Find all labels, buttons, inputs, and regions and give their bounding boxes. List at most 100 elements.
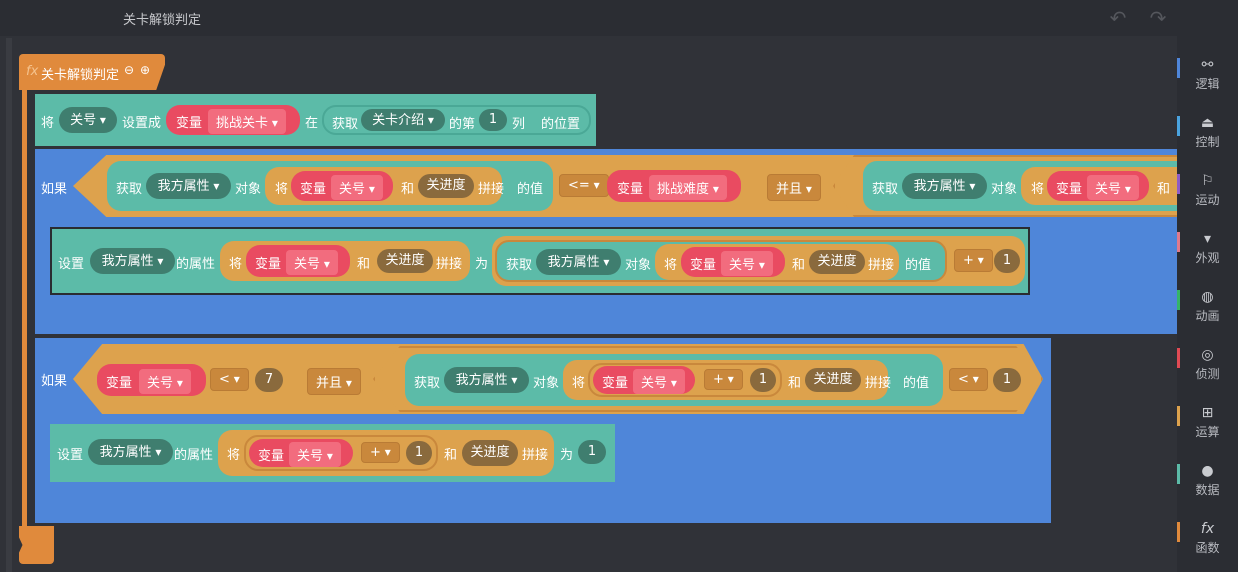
variable-reporter[interactable]: 变量 关号 [291,171,393,201]
set-word: 将 [41,116,55,131]
text-value[interactable]: 关进度 [462,440,518,466]
category-color-bar [1177,522,1180,542]
compare-operator-dropdown[interactable]: < [210,368,249,391]
motion-icon: ⚐ [1201,173,1214,189]
sidebar-item-data[interactable]: ● 数据 [1177,458,1238,512]
nested-condition[interactable]: 获取 我方属性 对象 将 变量 关号 和 [833,155,1177,217]
column-number[interactable]: 1 [479,109,507,131]
compare-operator-dropdown[interactable]: < [949,368,988,391]
function-end-block[interactable] [19,526,54,564]
nested-condition[interactable]: 获取 我方属性 对象 将 变量 关号 + 1 和 [373,346,1043,412]
math-operator-dropdown[interactable]: + [954,249,993,272]
object-dropdown[interactable]: 我方属性 [444,367,529,393]
variable-reporter[interactable]: 变量 关号 [246,245,350,277]
category-color-bar [1177,174,1180,194]
add-reporter[interactable]: 变量 关号 + 1 [244,435,438,471]
get-position-reporter[interactable]: 获取 关卡介绍 的第 1 列 的位置 [322,105,591,135]
variable-name-dropdown[interactable]: 挑战关卡 [208,109,286,134]
logic-operator-dropdown[interactable]: 并且 [767,174,821,201]
operators-icon: ⊞ [1201,405,1214,421]
sidebar-item-looks[interactable]: ▾ 外观 [1177,226,1238,280]
number-value[interactable]: 1 [750,368,776,392]
function-hat-block[interactable]: fx 关卡解锁判定 ⊖ ⊕ [19,54,165,90]
variable-reporter[interactable]: 变量 关号 [1047,171,1149,201]
concat-reporter[interactable]: 将 变量 关号 和 关进度 拼接 [265,167,504,205]
category-color-bar [1177,58,1180,78]
get-value-reporter[interactable]: 获取 我方属性 对象 将 变量 关号 和 关进度 拼接 的值 [495,240,947,282]
concat-reporter[interactable]: 将 变量 关号 和 关进度 拼接 [220,241,470,281]
sidebar-item-function[interactable]: fx 函数 [1177,516,1238,570]
sidebar-item-control[interactable]: ⏏ 控制 [1177,110,1238,164]
sidebar-item-operators[interactable]: ⊞ 运算 [1177,400,1238,454]
page-title: 关卡解锁判定 [123,13,202,28]
number-value[interactable]: 1 [406,441,432,465]
category-color-bar [1177,464,1180,484]
set-attribute-block-1[interactable]: 设置 我方属性 的属性 将 变量 关号 和 关进度 拼接 为 获取 我方属性 对… [50,227,1030,295]
category-color-bar [1177,116,1180,136]
concat-reporter[interactable]: 将 变量 关号 和 关进度 拼接 [655,244,899,280]
object-dropdown[interactable]: 我方属性 [902,173,987,199]
get-value-reporter[interactable]: 获取 我方属性 对象 将 变量 关号 + 1 和 [405,354,943,406]
number-value[interactable]: 1 [993,368,1021,392]
function-icon: fx [1200,521,1215,537]
if-block-1[interactable]: 如果 获取 我方属性 对象 将 变量 关号 和 关进度 拼接 的值 <= [35,149,1177,334]
object-dropdown[interactable]: 我方属性 [88,439,173,465]
workspace-scrollbar[interactable] [6,38,12,572]
text-value[interactable]: 关进度 [809,250,865,274]
get-value-reporter[interactable]: 获取 我方属性 对象 将 变量 关号 和 [863,161,1177,211]
redo-icon[interactable]: ↷ [1146,6,1170,30]
sidebar-item-logic[interactable]: ⚯ 逻辑 [1177,52,1238,106]
sidebar-item-motion[interactable]: ⚐ 运动 [1177,168,1238,222]
logic-icon: ⚯ [1201,57,1214,73]
object-dropdown[interactable]: 我方属性 [146,173,231,199]
control-icon: ⏏ [1200,115,1215,131]
sidebar-item-animation[interactable]: ◍ 动画 [1177,284,1238,338]
number-value[interactable]: 1 [994,249,1020,273]
object-dropdown[interactable]: 我方属性 [536,249,621,275]
number-value[interactable]: 7 [255,368,283,392]
number-value[interactable]: 1 [578,440,606,464]
get-value-reporter[interactable]: 获取 我方属性 对象 将 变量 关号 和 关进度 拼接 的值 [107,161,553,211]
variable-reporter[interactable]: 变量 挑战关卡 [166,105,300,135]
compare-operator-dropdown[interactable]: <= [559,174,609,197]
set-variable-block[interactable]: 将 关号 设置成 变量 挑战关卡 在 获取 关卡介绍 的第 1 列 的位置 [35,94,596,146]
set-to-label: 设置成 [122,116,162,131]
if-label: 如果 [41,182,68,197]
text-value[interactable]: 关进度 [377,249,433,273]
fx-icon: fx [26,64,39,79]
variable-dropdown[interactable]: 关号 [59,107,117,133]
concat-reporter[interactable]: 将 变量 关号 + 1 和 关进度 拼接 [563,360,891,400]
and-condition-1[interactable]: 获取 我方属性 对象 将 变量 关号 和 关进度 拼接 的值 <= 变量 [73,155,1177,217]
toolbar: 关卡解锁判定 ↶ ↷ [0,0,1177,36]
variable-reporter[interactable]: 变量 关号 [97,364,206,396]
data-icon: ● [1201,463,1214,479]
variable-reporter[interactable]: 变量 关号 [593,366,695,394]
concat-reporter[interactable]: 将 变量 关号 和 [1021,167,1177,205]
variable-reporter[interactable]: 变量 关号 [681,247,785,277]
minus-icon[interactable]: ⊖ [124,63,134,77]
text-value[interactable]: 关进度 [805,368,861,392]
table-dropdown[interactable]: 关卡介绍 [361,109,445,131]
looks-icon: ▾ [1203,231,1212,247]
text-value[interactable]: 关进度 [418,174,474,198]
function-body-rail [22,90,27,538]
add-reporter[interactable]: 变量 关号 + 1 [588,363,782,397]
variable-reporter[interactable]: 变量 关号 [249,439,353,467]
category-color-bar [1177,348,1180,368]
sidebar-item-sensing[interactable]: ◎ 侦测 [1177,342,1238,396]
logic-operator-dropdown[interactable]: 并且 [307,368,361,395]
block-workspace[interactable]: fx 关卡解锁判定 ⊖ ⊕ 将 关号 设置成 变量 挑战关卡 在 获取 关卡介绍… [0,36,1177,572]
variable-reporter[interactable]: 变量 挑战难度 [607,170,741,202]
math-operator-dropdown[interactable]: + [361,442,400,463]
math-operator-dropdown[interactable]: + [704,369,743,390]
and-condition-2[interactable]: 变量 关号 < 7 并且 获取 我方属性 对象 将 变量 关号 [73,344,1043,414]
concat-reporter[interactable]: 将 变量 关号 + 1 和 关进度 拼接 [218,430,554,476]
add-reporter[interactable]: 获取 我方属性 对象 将 变量 关号 和 关进度 拼接 的值 [492,236,1025,286]
category-sidebar: ⚯ 逻辑 ⏏ 控制 ⚐ 运动 ▾ 外观 ◍ 动画 ◎ 侦测 ⊞ 运算 ● 数据 fx 函数 [1177,0,1238,572]
object-dropdown[interactable]: 我方属性 [90,248,175,274]
category-color-bar [1177,232,1180,252]
set-attribute-block-2[interactable]: 设置 我方属性 的属性 将 变量 关号 + 1 和 关进度 拼接 为 1 [50,424,615,482]
if-block-2[interactable]: 如果 变量 关号 < 7 并且 获取 我方属性 对象 将 变量 [35,338,1051,523]
plus-icon[interactable]: ⊕ [140,63,150,77]
undo-icon[interactable]: ↶ [1106,6,1130,30]
